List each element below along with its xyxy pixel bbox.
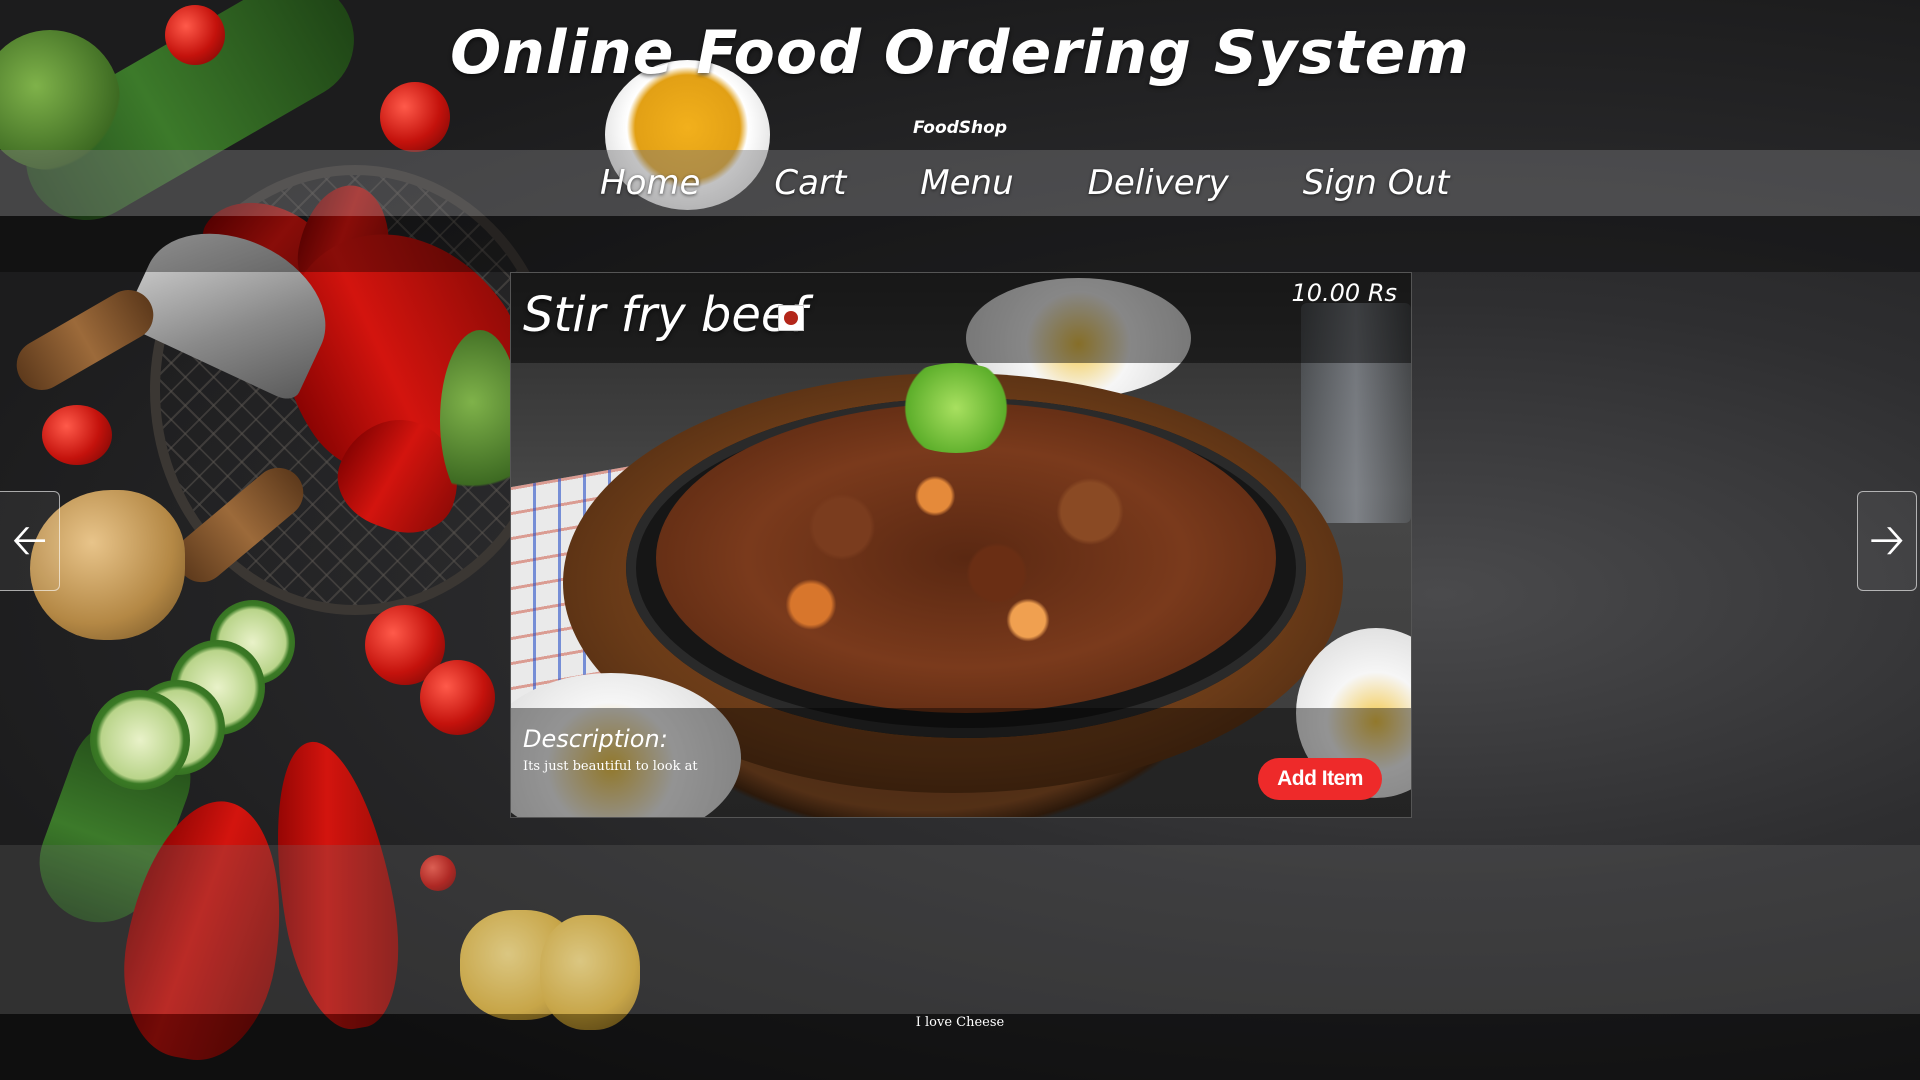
add-item-button[interactable]: Add Item — [1258, 758, 1382, 800]
zucchini-slice-decor — [90, 690, 190, 790]
arrow-left-icon: 🡠 — [11, 516, 48, 565]
slider-prev-button[interactable]: 🡠 — [0, 491, 60, 591]
food-name: Stir fry beef — [523, 287, 808, 343]
description-label: Description: — [523, 725, 668, 753]
nav-list: Home Cart Menu Delivery Sign Out — [600, 150, 1523, 216]
non-veg-indicator-icon — [778, 305, 804, 331]
main-navbar: Home Cart Menu Delivery Sign Out — [0, 150, 1920, 216]
scallion-garnish-decor — [886, 363, 1026, 453]
background-band — [0, 845, 1920, 1014]
nav-cart[interactable]: Cart — [774, 163, 846, 203]
tomato-decor — [420, 660, 495, 735]
nav-delivery[interactable]: Delivery — [1088, 163, 1229, 203]
nav-sign-out[interactable]: Sign Out — [1303, 163, 1450, 203]
page-background: Online Food Ordering System FoodShop Hom… — [0, 0, 1920, 1080]
radish-decor — [42, 405, 112, 465]
knife-handle-decor — [7, 280, 163, 400]
herb-decor — [440, 330, 520, 510]
tomato-decor — [380, 82, 450, 152]
slider-next-button[interactable]: 🡢 — [1857, 491, 1917, 591]
food-price: 10.00 Rs — [1291, 279, 1397, 307]
nav-home[interactable]: Home — [600, 163, 700, 203]
site-title: Online Food Ordering System — [450, 18, 1470, 88]
nav-menu[interactable]: Menu — [920, 163, 1013, 203]
footer-text: I love Cheese — [915, 1015, 1005, 1030]
food-item-card: Stir fry beef 10.00 Rs Description: Its … — [510, 272, 1412, 818]
arrow-right-icon: 🡢 — [1869, 516, 1905, 565]
background-band — [0, 216, 1920, 272]
description-text: Its just beautiful to look at — [523, 759, 698, 774]
site-subtitle: FoodShop — [912, 118, 1007, 138]
